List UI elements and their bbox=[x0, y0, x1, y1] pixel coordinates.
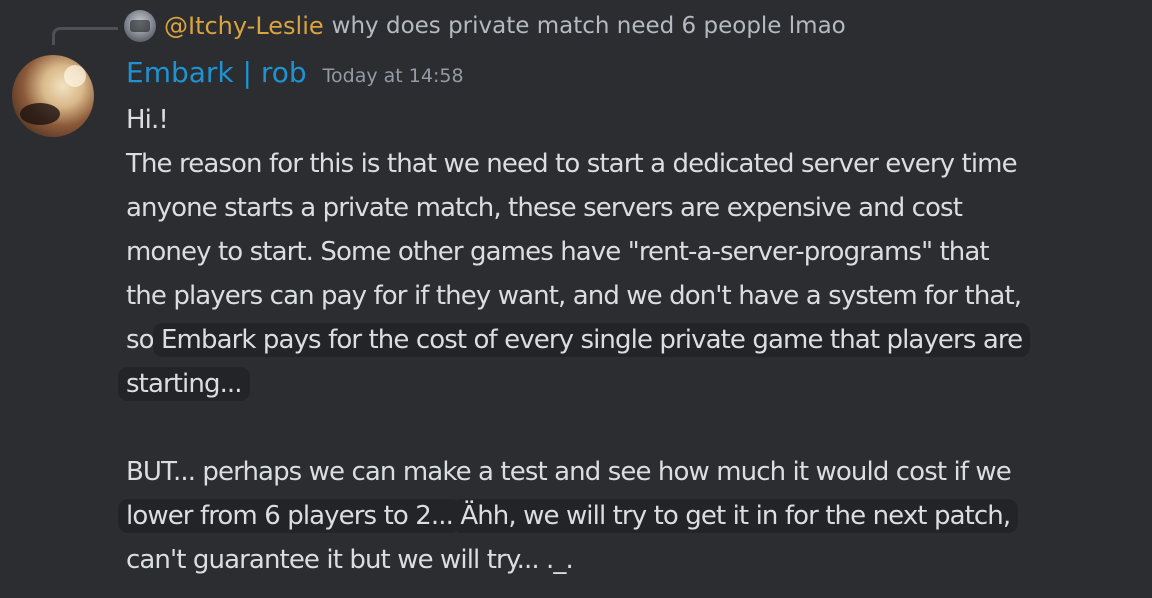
highlighted-segment: Ähh, we will try to get it in for the ne… bbox=[452, 499, 1019, 533]
message-line: lower from 6 players to 2... Ähh, we wil… bbox=[118, 494, 1136, 538]
avatar[interactable] bbox=[12, 55, 94, 137]
message-line: the players can pay for if they want, an… bbox=[126, 281, 1022, 311]
reply-mention[interactable]: @Itchy-Leslie bbox=[164, 12, 324, 40]
message-line: so Embark pays for the cost of every sin… bbox=[126, 318, 1136, 362]
message-line: The reason for this is that we need to s… bbox=[126, 149, 1018, 179]
message-line: can't guarantee it but we will try... ._… bbox=[126, 545, 574, 575]
author-name[interactable]: Embark | rob bbox=[126, 56, 307, 89]
message-line: BUT... perhaps we can make a test and se… bbox=[126, 457, 1012, 487]
highlighted-segment: Embark pays for the cost of every single… bbox=[153, 323, 1031, 357]
message-line: Hi.! bbox=[126, 105, 169, 135]
reply-text[interactable]: why does private match need 6 people lma… bbox=[332, 13, 846, 39]
message-line: starting... bbox=[118, 362, 1136, 406]
message-content: Hi.! The reason for this is that we need… bbox=[118, 98, 1136, 582]
message-header: Embark | rob Today at 14:58 bbox=[126, 56, 464, 94]
avatar-detail bbox=[20, 103, 60, 125]
message-line: anyone starts a private match, these ser… bbox=[126, 193, 963, 223]
chat-message: @Itchy-Leslie why does private match nee… bbox=[0, 0, 1152, 598]
avatar-detail bbox=[64, 65, 86, 87]
message-timestamp[interactable]: Today at 14:58 bbox=[323, 65, 464, 87]
reply-avatar[interactable] bbox=[124, 10, 156, 42]
highlighted-segment: lower from 6 players to 2... bbox=[118, 499, 461, 533]
reply-preview[interactable]: @Itchy-Leslie why does private match nee… bbox=[124, 8, 846, 44]
reply-connector bbox=[52, 27, 118, 45]
message-line: money to start. Some other games have "r… bbox=[126, 237, 990, 267]
highlighted-segment: starting... bbox=[118, 367, 250, 401]
